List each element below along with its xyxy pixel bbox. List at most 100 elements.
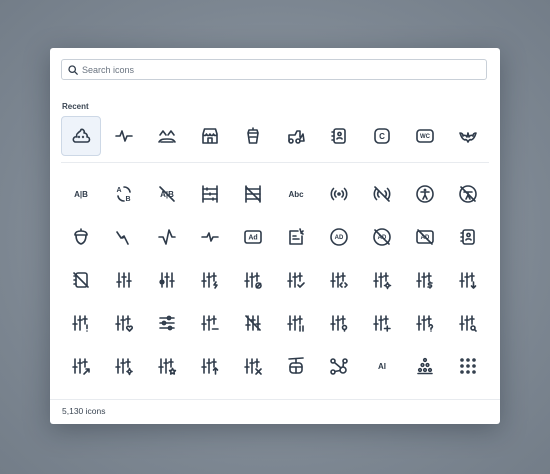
icon-tile-address-book[interactable] bbox=[319, 116, 359, 156]
svg-text:C: C bbox=[379, 132, 385, 141]
bat-icon bbox=[459, 132, 477, 143]
icon-tile-adjustments-heart[interactable] bbox=[104, 303, 144, 343]
icon-tile-adjustments-cancel[interactable] bbox=[233, 260, 273, 300]
activity-heartbeat-icon bbox=[116, 231, 129, 245]
air-balloon-icon bbox=[417, 357, 433, 375]
abacus-off-icon bbox=[245, 185, 261, 203]
adjustments-heart-icon bbox=[115, 315, 134, 332]
icon-tile-adjustments-dollar[interactable] bbox=[405, 260, 445, 300]
icon-tile-ai[interactable]: AI bbox=[362, 346, 402, 386]
icon-tile-adjustments-pause[interactable] bbox=[276, 303, 316, 343]
address-book-icon bbox=[331, 128, 346, 144]
icon-tile-a-b-2[interactable]: AB bbox=[104, 174, 144, 214]
search-box[interactable] bbox=[61, 59, 487, 80]
icon-tile-abacus-off[interactable] bbox=[233, 174, 273, 214]
icon-tile-adjustments-check[interactable] bbox=[276, 260, 316, 300]
icon-tile-adjustments-alt[interactable] bbox=[147, 260, 187, 300]
icon-tile-adjustments-down[interactable] bbox=[448, 260, 488, 300]
icon-tile-adjustments-search[interactable] bbox=[448, 303, 488, 343]
svg-text:Ad: Ad bbox=[248, 235, 257, 242]
icon-tile-access-point-off[interactable] bbox=[362, 174, 402, 214]
adjustments-star-icon bbox=[158, 358, 177, 375]
icon-tile-acorn[interactable] bbox=[61, 217, 101, 257]
icon-tile-adjustments-plus[interactable] bbox=[362, 303, 402, 343]
accessible-off-icon bbox=[459, 185, 477, 203]
icon-tile-adjustments[interactable] bbox=[104, 260, 144, 300]
adjustments-spark-icon bbox=[115, 358, 133, 376]
adjustments-exclamation-icon bbox=[72, 315, 88, 332]
svg-text:AI: AI bbox=[378, 362, 386, 371]
building-store-icon bbox=[202, 128, 218, 144]
icon-tile-wc[interactable]: WC bbox=[405, 116, 445, 156]
icon-tile-building-store[interactable] bbox=[190, 116, 230, 156]
icon-tile-a-b[interactable]: A|B bbox=[61, 174, 101, 214]
search-input[interactable] bbox=[82, 64, 462, 75]
icon-tile-adjustments-pin[interactable] bbox=[319, 303, 359, 343]
accessible-icon bbox=[416, 185, 434, 203]
wc-icon: WC bbox=[416, 129, 434, 143]
icon-tile-bat[interactable] bbox=[448, 116, 488, 156]
icon-tile-address-book-2[interactable] bbox=[448, 217, 488, 257]
icon-tile-letter-c[interactable]: C bbox=[362, 116, 402, 156]
adjustments-bolt-icon bbox=[201, 272, 218, 289]
icon-tile-bulldozer[interactable] bbox=[276, 116, 316, 156]
ad-2-icon bbox=[289, 228, 304, 245]
icon-tile-adjustments-horizontal[interactable] bbox=[147, 303, 187, 343]
icon-tile-air-balloon[interactable] bbox=[405, 346, 445, 386]
icon-tile-abacus[interactable] bbox=[190, 174, 230, 214]
icon-tile-adjustments-spark[interactable] bbox=[104, 346, 144, 386]
a-b-2-icon: AB bbox=[116, 186, 131, 203]
icon-tile-adjustments-share[interactable] bbox=[61, 346, 101, 386]
activity-icon bbox=[158, 229, 176, 245]
icon-tile-activity-2[interactable] bbox=[190, 217, 230, 257]
icon-tile-accessible-off[interactable] bbox=[448, 174, 488, 214]
icon-tile-adjustments-minus[interactable] bbox=[190, 303, 230, 343]
adjustments-off-icon bbox=[245, 315, 261, 331]
icon-tile-activity[interactable] bbox=[147, 217, 187, 257]
icon-tile-heartbeat[interactable] bbox=[104, 116, 144, 156]
icon-tile-ad-circle[interactable]: AD bbox=[319, 217, 359, 257]
icon-tile-adjustments-code[interactable] bbox=[319, 260, 359, 300]
icon-tile-adjustments-question[interactable] bbox=[405, 303, 445, 343]
svg-text:A: A bbox=[116, 187, 121, 194]
abacus-icon bbox=[202, 185, 218, 203]
icon-tile-ad-circle-off[interactable]: AD bbox=[362, 217, 402, 257]
adjustments-dollar-icon bbox=[416, 272, 433, 289]
icon-tile-adjustments-cog[interactable] bbox=[362, 260, 402, 300]
adjustments-down-icon bbox=[459, 272, 477, 289]
svg-text:Abc: Abc bbox=[288, 190, 304, 199]
icon-tile-air-conditioning[interactable] bbox=[448, 346, 488, 386]
icon-tile-mood-crazy[interactable] bbox=[147, 116, 187, 156]
aerial-lift-icon bbox=[288, 357, 304, 374]
icon-tile-cup[interactable] bbox=[233, 116, 273, 156]
icon-tile-adjustments-star[interactable] bbox=[147, 346, 187, 386]
icon-tile-aerial-lift[interactable] bbox=[276, 346, 316, 386]
icon-tile-adjustments-up[interactable] bbox=[190, 346, 230, 386]
icon-tile-adjustments-off[interactable] bbox=[233, 303, 273, 343]
adjustments-cancel-icon bbox=[244, 272, 262, 289]
icon-tile-ad-off[interactable]: AD bbox=[405, 217, 445, 257]
icon-tile-adjustments-x[interactable] bbox=[233, 346, 273, 386]
icon-tile-ad[interactable]: Ad bbox=[233, 217, 273, 257]
poo-icon bbox=[72, 128, 91, 143]
icon-tile-abc[interactable]: Abc bbox=[276, 174, 316, 214]
affiliate-icon bbox=[330, 358, 348, 375]
icon-tile-accessible[interactable] bbox=[405, 174, 445, 214]
icon-tile-adjustments-bolt[interactable] bbox=[190, 260, 230, 300]
a-b-off-icon: A|B bbox=[159, 186, 175, 202]
icon-tile-adjustments-exclamation[interactable] bbox=[61, 303, 101, 343]
icon-tile-a-b-off[interactable]: A|B bbox=[147, 174, 187, 214]
cup-icon bbox=[247, 127, 259, 144]
icon-tile-poo[interactable] bbox=[61, 116, 101, 156]
icon-tile-ad-2[interactable] bbox=[276, 217, 316, 257]
adjustments-minus-icon bbox=[201, 315, 219, 331]
icon-tile-activity-heartbeat[interactable] bbox=[104, 217, 144, 257]
access-point-icon bbox=[330, 187, 348, 201]
icon-picker-panel: Recent C WC A|B AB A|B Abc Ad AD AD AD bbox=[50, 48, 500, 424]
icon-tile-affiliate[interactable] bbox=[319, 346, 359, 386]
access-point-off-icon bbox=[373, 186, 391, 202]
icon-tile-address-book-off[interactable] bbox=[61, 260, 101, 300]
icon-tile-access-point[interactable] bbox=[319, 174, 359, 214]
adjustments-x-icon bbox=[244, 358, 262, 375]
letter-c-icon: C bbox=[374, 128, 390, 144]
